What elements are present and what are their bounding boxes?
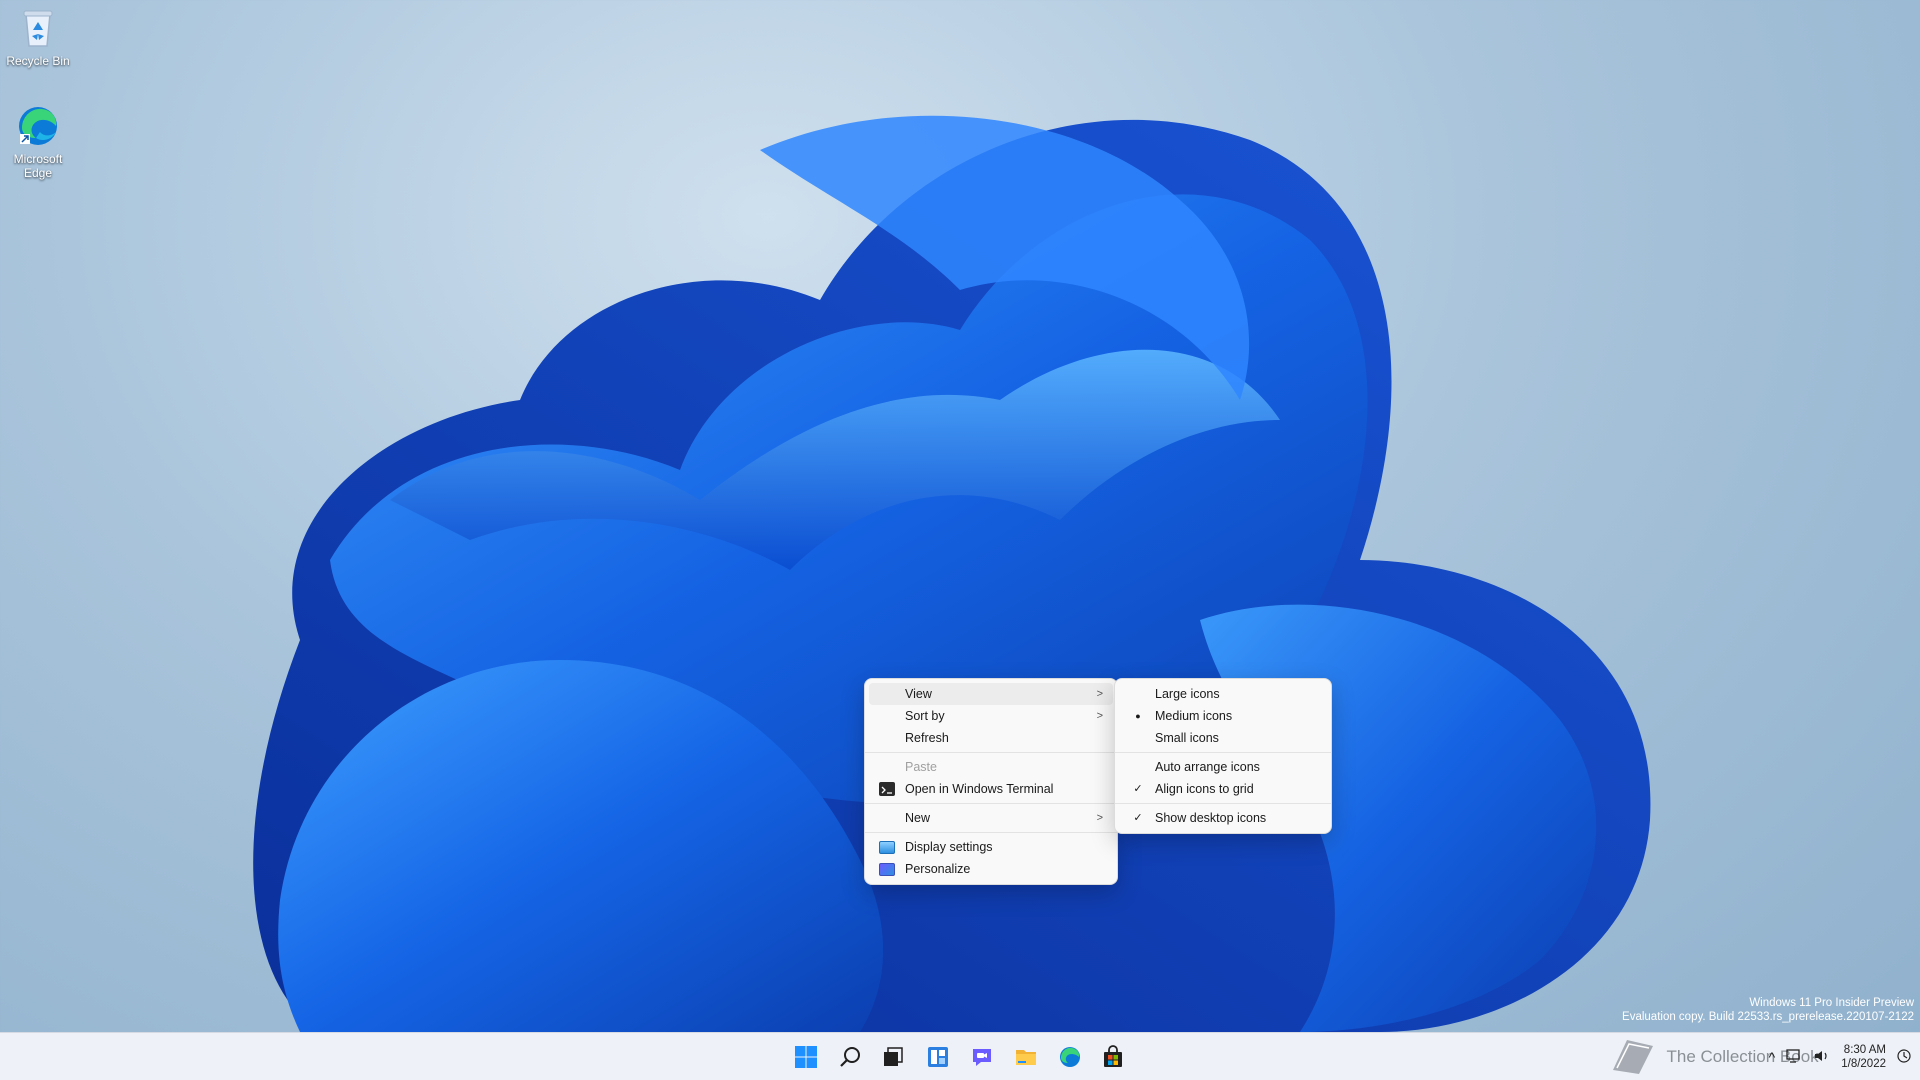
microsoft-edge-shortcut[interactable]: Microsoft Edge — [0, 104, 76, 180]
menu-item-paste: Paste — [869, 756, 1113, 778]
widgets-icon — [928, 1047, 948, 1067]
menu-item-personalize[interactable]: Personalize — [869, 858, 1113, 880]
taskbar: The Collection Book ^ 8:30 AM 1/8/2022 — [0, 1032, 1920, 1080]
display-icon — [879, 841, 895, 854]
search-button[interactable] — [834, 1041, 866, 1073]
chevron-right-icon: > — [1096, 688, 1103, 700]
menu-item-new[interactable]: New > — [869, 807, 1113, 829]
view-auto-arrange[interactable]: Auto arrange icons — [1119, 756, 1327, 778]
chat-button[interactable] — [966, 1041, 998, 1073]
menu-item-label: Paste — [905, 760, 937, 774]
menu-item-label: Show desktop icons — [1155, 811, 1267, 825]
chevron-right-icon: > — [1096, 710, 1103, 722]
book-watermark-icon — [1607, 1036, 1657, 1079]
recycle-bin-label: Recycle Bin — [6, 54, 70, 68]
search-icon — [840, 1047, 860, 1067]
tray-chevron-button[interactable]: ^ — [1769, 1049, 1776, 1065]
clock-time: 8:30 AM — [1843, 1044, 1886, 1056]
view-submenu: Large icons ● Medium icons Small icons A… — [1114, 678, 1332, 834]
menu-item-open-terminal[interactable]: Open in Windows Terminal — [869, 778, 1113, 800]
menu-item-label: New — [905, 811, 931, 825]
checkmark-icon: ✓ — [1133, 783, 1143, 795]
evaluation-watermark: Windows 11 Pro Insider Preview Evaluatio… — [1622, 996, 1914, 1024]
menu-item-label: Large icons — [1155, 687, 1220, 701]
menu-separator — [1115, 752, 1331, 753]
menu-item-label: Auto arrange icons — [1155, 760, 1260, 774]
system-tray: The Collection Book ^ 8:30 AM 1/8/2022 — [1607, 1039, 1912, 1075]
terminal-icon — [879, 782, 895, 796]
clock[interactable]: 8:30 AM 1/8/2022 — [1841, 1043, 1886, 1071]
edge-label: Microsoft Edge — [13, 152, 63, 180]
personalize-icon — [879, 863, 895, 876]
menu-item-label: Display settings — [905, 840, 993, 854]
radio-dot-icon: ● — [1135, 711, 1141, 721]
menu-item-label: Sort by — [905, 709, 945, 723]
menu-separator — [865, 832, 1117, 833]
task-view-button[interactable] — [877, 1041, 909, 1073]
view-large-icons[interactable]: Large icons — [1119, 683, 1327, 705]
menu-item-refresh[interactable]: Refresh — [869, 727, 1113, 749]
menu-item-label: Refresh — [905, 731, 949, 745]
recycle-bin-shortcut[interactable]: Recycle Bin — [0, 6, 76, 68]
chat-icon — [973, 1049, 991, 1066]
start-icon — [795, 1046, 817, 1068]
chevron-right-icon: > — [1096, 812, 1103, 824]
network-icon[interactable] — [1785, 1048, 1803, 1067]
notification-icon[interactable] — [1896, 1048, 1912, 1067]
menu-item-sort-by[interactable]: Sort by > — [869, 705, 1113, 727]
view-show-desktop-icons[interactable]: ✓ Show desktop icons — [1119, 807, 1327, 829]
menu-item-label: Align icons to grid — [1155, 782, 1254, 796]
menu-item-label: Small icons — [1155, 731, 1219, 745]
menu-item-label: Medium icons — [1155, 709, 1233, 723]
widgets-button[interactable] — [922, 1041, 954, 1073]
edge-icon — [16, 104, 60, 148]
menu-item-label: Personalize — [905, 862, 971, 876]
menu-item-label: View — [905, 687, 932, 701]
file-explorer-icon — [1016, 1050, 1036, 1065]
edge-icon — [1060, 1047, 1080, 1067]
file-explorer-button[interactable] — [1010, 1041, 1042, 1073]
view-align-to-grid[interactable]: ✓ Align icons to grid — [1119, 778, 1327, 800]
view-small-icons[interactable]: Small icons — [1119, 727, 1327, 749]
edge-taskbar-button[interactable] — [1054, 1041, 1086, 1073]
task-view-icon — [884, 1047, 903, 1066]
menu-separator — [1115, 803, 1331, 804]
start-button[interactable] — [790, 1041, 822, 1073]
menu-separator — [865, 803, 1117, 804]
menu-item-display-settings[interactable]: Display settings — [869, 836, 1113, 858]
watermark-line-2: Evaluation copy. Build 22533.rs_prerelea… — [1622, 1011, 1914, 1023]
store-button[interactable] — [1097, 1041, 1129, 1073]
view-medium-icons[interactable]: ● Medium icons — [1119, 705, 1327, 727]
menu-item-label: Open in Windows Terminal — [905, 782, 1054, 796]
desktop-context-menu: View > Sort by > Refresh Paste Open in W… — [864, 678, 1118, 885]
checkmark-icon: ✓ — [1133, 812, 1143, 824]
watermark-line-1: Windows 11 Pro Insider Preview — [1749, 997, 1914, 1009]
volume-icon[interactable] — [1813, 1048, 1831, 1067]
clock-date: 1/8/2022 — [1841, 1058, 1886, 1070]
store-icon — [1104, 1045, 1122, 1067]
menu-separator — [865, 752, 1117, 753]
recycle-bin-icon — [16, 6, 60, 50]
menu-item-view[interactable]: View > — [869, 683, 1113, 705]
